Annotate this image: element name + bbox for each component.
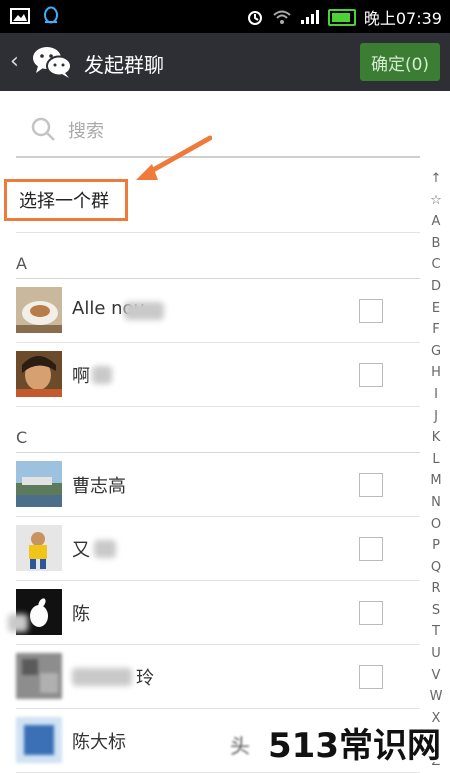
index-letter[interactable]: O xyxy=(426,514,446,536)
wifi-icon xyxy=(273,10,291,24)
avatar xyxy=(16,717,62,763)
back-button[interactable]: ‹ xyxy=(10,49,19,74)
watermark-blur: 头 xyxy=(230,734,250,758)
contact-name: 曹志高 xyxy=(72,476,126,497)
index-letter[interactable]: V xyxy=(426,665,446,687)
avatar xyxy=(16,461,62,507)
status-bar: 晚上07:39 xyxy=(0,0,450,33)
index-letter[interactable]: N xyxy=(426,492,446,514)
header-bar: ‹ 发起群聊 确定(0) xyxy=(0,33,450,91)
wechat-logo-icon xyxy=(33,47,72,78)
alarm-icon xyxy=(247,11,262,25)
contact-name: 啊 xyxy=(72,366,90,387)
index-letter[interactable]: M xyxy=(426,470,446,492)
contact-name: 玲 xyxy=(136,668,154,689)
contact-row[interactable]: 玲 xyxy=(16,644,420,709)
blur-mask xyxy=(8,614,28,632)
contact-checkbox[interactable] xyxy=(359,665,383,689)
contact-checkbox[interactable] xyxy=(359,363,383,387)
contact-row[interactable]: Alle nou xyxy=(16,278,420,343)
search-icon xyxy=(31,117,55,141)
index-letter[interactable]: D xyxy=(426,276,446,298)
index-letter[interactable]: ☆ xyxy=(426,190,446,212)
contact-checkbox[interactable] xyxy=(359,601,383,625)
alphabet-index[interactable]: ↑ ☆ A B C D E F G H I J K L M N O P Q R … xyxy=(426,168,446,773)
avatar xyxy=(16,287,62,333)
contact-checkbox[interactable] xyxy=(359,473,383,497)
signal-icon xyxy=(300,10,319,24)
avatar xyxy=(16,653,62,699)
contact-name: 又 xyxy=(72,540,90,561)
index-letter[interactable]: P xyxy=(426,535,446,557)
index-letter[interactable]: I xyxy=(426,384,446,406)
index-letter[interactable]: T xyxy=(426,621,446,643)
contact-checkbox[interactable] xyxy=(359,537,383,561)
section-letter: C xyxy=(16,428,28,447)
blur-mask xyxy=(94,540,116,558)
section-letter: A xyxy=(16,254,27,273)
avatar xyxy=(16,351,62,397)
qq-icon xyxy=(44,6,58,24)
blur-mask xyxy=(124,302,164,320)
index-letter[interactable]: K xyxy=(426,427,446,449)
index-letter[interactable]: C xyxy=(426,254,446,276)
index-letter[interactable]: E xyxy=(426,298,446,320)
annotation-arrow-icon xyxy=(136,135,212,180)
index-letter[interactable]: G xyxy=(426,341,446,363)
blur-mask xyxy=(72,668,132,686)
gallery-icon xyxy=(10,8,30,24)
index-letter[interactable]: U xyxy=(426,643,446,665)
search-input[interactable] xyxy=(66,116,370,146)
confirm-button[interactable]: 确定(0) xyxy=(360,43,440,81)
status-time: 晚上07:39 xyxy=(363,9,442,28)
contact-checkbox[interactable] xyxy=(359,299,383,323)
battery-icon xyxy=(327,8,356,26)
index-letter[interactable]: R xyxy=(426,578,446,600)
page-title: 发起群聊 xyxy=(84,53,164,77)
contact-name: 陈大标 xyxy=(72,732,126,753)
index-letter[interactable]: S xyxy=(426,600,446,622)
index-letter[interactable]: A xyxy=(426,211,446,233)
index-letter[interactable]: B xyxy=(426,233,446,255)
contact-row[interactable]: 曹志高 xyxy=(16,452,420,517)
avatar xyxy=(16,525,62,571)
index-letter[interactable]: J xyxy=(426,406,446,428)
contact-row[interactable]: 啊 xyxy=(16,342,420,407)
blur-mask xyxy=(92,366,112,384)
index-letter[interactable]: F xyxy=(426,319,446,341)
section-header-c: C xyxy=(16,428,420,453)
index-letter[interactable]: Q xyxy=(426,557,446,579)
search-bar[interactable] xyxy=(16,108,420,158)
select-group-label: 选择一个群 xyxy=(4,179,128,221)
index-letter[interactable]: ↑ xyxy=(426,168,446,190)
select-group-row[interactable]: 选择一个群 xyxy=(4,164,420,233)
contact-name: 陈 xyxy=(72,604,90,625)
section-header-a: A xyxy=(16,254,420,279)
contact-row[interactable]: 陈 xyxy=(8,580,420,645)
watermark-text: 513常识网 xyxy=(268,726,441,766)
contact-row[interactable]: 又 xyxy=(16,516,420,581)
index-letter[interactable]: L xyxy=(426,449,446,471)
index-letter[interactable]: W xyxy=(426,686,446,708)
index-letter[interactable]: H xyxy=(426,362,446,384)
